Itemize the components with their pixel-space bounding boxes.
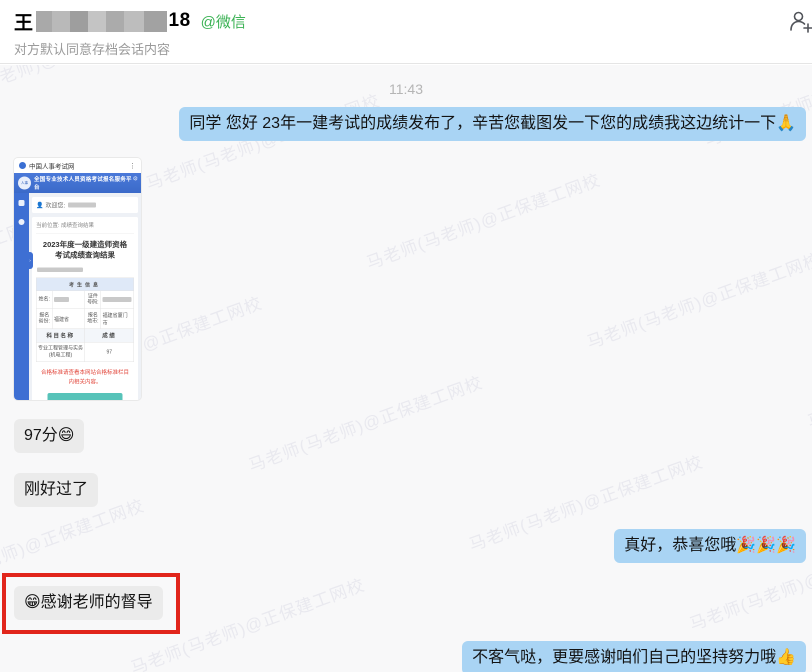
province-label: 报名省份: [36,308,52,329]
score-header: 成绩 [85,329,134,343]
gear-icon: ⚙ [133,175,138,182]
platform-logo: 人事 [18,177,31,190]
platform-title: 全国专业技术人员资格考试报名服务平台 [34,175,137,191]
thumb-browser-bar: 中国人事考试网 ⋮ [14,158,141,173]
passing-standard-note: 合格标准请查看本网站合格标准栏目 内相关内容。 [36,368,134,387]
sidebar-icon-1 [19,200,25,206]
table-header: 考生信息 [36,278,134,291]
user-icon: 👤 [36,202,43,209]
breadcrumb: 当前位置: 成绩查询结果 [36,221,134,234]
thumb-sidebar [14,193,29,400]
message-bubble-other: 97分😄 [14,419,84,453]
wechat-badge: @微信 [201,11,246,32]
watermark-text: 马老师(马老师)@正保建工网校 [480,65,721,71]
id-label: 证件号码: [85,291,101,309]
thumb-body: › 👤 欢迎您: 当前位置: 成绩查询结果 2023年度一级建造师资格 考试成绩… [14,193,141,400]
score-value: 97 [85,342,134,362]
platform-banner: 人事 全国专业技术人员资格考试报名服务平台 ⚙ [14,173,141,193]
archive-notice: 对方默认同意存档会话内容 [14,39,798,58]
city-label: 报名地市: [85,308,101,329]
sidebar-icon-2 [19,219,25,225]
browser-menu-icon: ⋮ [129,161,136,170]
message-bubble-self: 不客气哒，更要感谢咱们自己的坚持努力哦👍 [462,641,806,672]
message-bubble-self: 同学 您好 23年一建考试的成绩发布了，辛苦您截图发一下您的成绩我这边统计一下🙏 [179,107,806,141]
result-title-line2: 考试成绩查询结果 [36,250,134,261]
sidebar-collapse-tab: › [27,252,33,269]
name-label: 姓名: [36,291,52,309]
subject-value: 专业工程管理与实务(机电工程) [36,342,85,362]
redacted-subnote [37,266,134,275]
welcome-label: 欢迎您: [45,201,65,210]
result-title-line1: 2023年度一级建造师资格 [36,240,134,251]
province-value: 福建省 [52,308,85,329]
subject-header: 科目名称 [36,329,85,343]
welcome-bar: 👤 欢迎您: [32,197,138,213]
result-panel: 当前位置: 成绩查询结果 2023年度一级建造师资格 考试成绩查询结果 考生信息… [32,217,138,400]
watermark-text: 马老师(马老师)@正保建工网校 [0,491,147,599]
watermark-text: 马老师(马老师)@正保建工网校 [803,325,812,433]
chat-area: 马老师(马老师)@正保建工网校马老师(马老师)@正保建工网校马老师(马老师)@正… [0,65,812,672]
site-favicon [19,162,26,169]
message-bubble-other-highlighted: 😁感谢老师的督导 [14,586,163,620]
message-bubble-self: 真好，恭喜您哦🎉🎉🎉 [614,529,806,563]
contact-name-row: 王 18 @微信 [14,8,798,34]
exam-score-screenshot: 中国人事考试网 ⋮ 人事 全国专业技术人员资格考试报名服务平台 ⚙ › 👤 欢迎… [14,158,141,400]
result-title: 2023年度一级建造师资格 考试成绩查询结果 [36,240,134,261]
thumb-main: 👤 欢迎您: 当前位置: 成绩查询结果 2023年度一级建造师资格 考试成绩查询… [29,193,141,400]
passing-note-line2: 内相关内容。 [36,378,134,388]
redacted-name [54,297,69,302]
add-person-icon[interactable] [788,9,812,35]
candidate-info-table: 考生信息 姓名: 证件号码: 报名省份: 福建省 报名地市: [36,278,134,363]
passing-note-line1: 合格标准请查看本网站合格标准栏目 [36,368,134,378]
evaluate-button: 评价 [48,393,123,400]
exam-score-image-message[interactable]: 中国人事考试网 ⋮ 人事 全国专业技术人员资格考试报名服务平台 ⚙ › 👤 欢迎… [14,158,141,400]
message-bubble-other: 刚好过了 [14,473,98,507]
contact-name-prefix: 王 [14,8,34,35]
redacted-id [103,297,132,302]
watermark-text: 马老师(马老师)@正保建工网校 [127,571,368,672]
contact-name-suffix: 18 [169,10,191,32]
watermark-text: 马老师(马老师)@正保建工网校 [362,166,603,274]
watermark-text: 马老师(马老师)@正保建工网校 [583,245,812,353]
city-value: 福建省厦门市 [101,308,134,329]
name-redaction-mosaic [36,11,167,32]
redacted-username [68,203,96,208]
site-title: 中国人事考试网 [29,161,129,171]
message-timestamp: 11:43 [0,81,812,97]
watermark-text: 马老师(马老师)@正保建工网校 [244,368,485,476]
chat-header: 王 18 @微信 对方默认同意存档会话内容 [0,0,812,64]
